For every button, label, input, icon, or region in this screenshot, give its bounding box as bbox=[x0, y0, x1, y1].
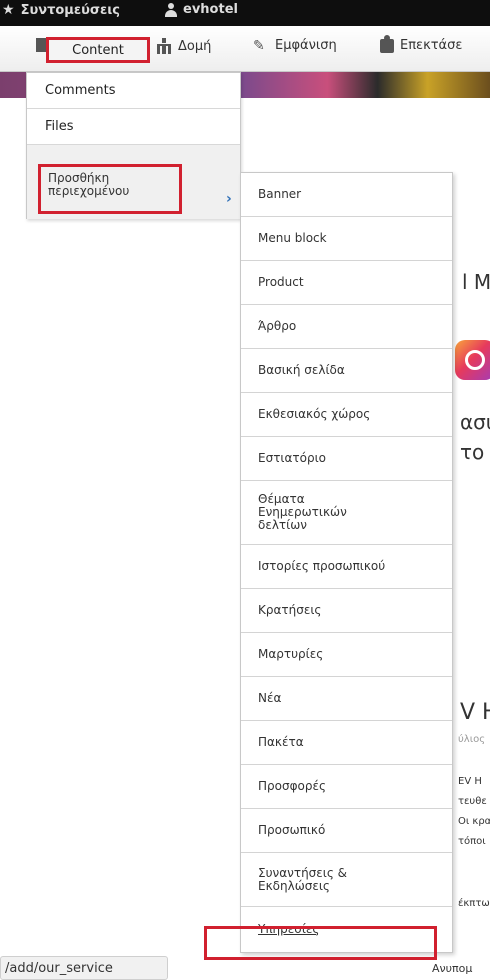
highlight-box bbox=[38, 164, 182, 214]
extend-label: Επεκτάσε bbox=[400, 38, 463, 53]
menu-item-files[interactable]: Files bbox=[27, 109, 240, 145]
submenu-item[interactable]: Άρθρο bbox=[241, 305, 452, 349]
puzzle-icon bbox=[380, 34, 394, 53]
submenu-item-label: Εστιατόριο bbox=[258, 451, 326, 465]
submenu-item[interactable]: Βασική σελίδα bbox=[241, 349, 452, 393]
submenu-item-label: Ιστορίες προσωπικού bbox=[258, 559, 386, 573]
submenu-item-label: Θέματα Ενημερωτικών δελτίων bbox=[258, 492, 347, 532]
content-tab-icon-wrap bbox=[36, 38, 46, 52]
submenu-item[interactable]: Product bbox=[241, 261, 452, 305]
submenu-item-label: Άρθρο bbox=[258, 319, 297, 333]
star-icon: ★ bbox=[2, 2, 15, 18]
submenu-item[interactable]: Πακέτα bbox=[241, 721, 452, 765]
content-label: Content bbox=[72, 42, 124, 58]
submenu-item-label: Μαρτυρίες bbox=[258, 647, 324, 661]
page-text-fragment: τόποι bbox=[458, 836, 486, 847]
page-text-fragment: Ανυπομ bbox=[432, 962, 473, 975]
admin-top-bar: ★ Συντομεύσεις evhotel bbox=[0, 0, 490, 26]
submenu-item[interactable]: Εστιατόριο bbox=[241, 437, 452, 481]
submenu-item[interactable]: Μαρτυρίες bbox=[241, 633, 452, 677]
submenu-item-label: Συναντήσεις & Εκδηλώσεις bbox=[258, 865, 348, 893]
page-heading-fragment: l Mo bbox=[462, 270, 490, 294]
submenu-item[interactable]: Banner bbox=[241, 173, 452, 217]
user-label: evhotel bbox=[183, 2, 238, 17]
structure-icon bbox=[156, 38, 172, 54]
instagram-icon[interactable] bbox=[455, 340, 490, 380]
brush-icon: ✎ bbox=[253, 37, 265, 54]
tab-appearance[interactable]: ✎ Εμφάνιση bbox=[253, 38, 337, 53]
status-url: /add/our_service bbox=[0, 956, 168, 980]
user-icon bbox=[165, 2, 177, 17]
page-text-fragment: το δ bbox=[460, 440, 490, 464]
submenu-item[interactable]: Ιστορίες προσωπικού bbox=[241, 545, 452, 589]
menu-item-label: Files bbox=[45, 119, 74, 134]
content-icon bbox=[36, 38, 46, 52]
submenu-item[interactable]: Κρατήσεις bbox=[241, 589, 452, 633]
submenu-item-label: Προσωπικό bbox=[258, 823, 326, 837]
submenu-item-label: Βασική σελίδα bbox=[258, 363, 345, 377]
page-text-fragment: EV H bbox=[458, 776, 482, 787]
submenu-item-label: Menu block bbox=[258, 231, 327, 245]
submenu-item[interactable]: Συναντήσεις & Εκδηλώσεις bbox=[241, 853, 452, 907]
page-text-fragment: ασυ bbox=[460, 410, 490, 434]
page-text-fragment: έκπτω bbox=[458, 898, 490, 909]
status-url-text: /add/our_service bbox=[5, 960, 113, 976]
user-link[interactable]: evhotel bbox=[165, 2, 238, 17]
submenu-item[interactable]: Νέα bbox=[241, 677, 452, 721]
shortcuts-link[interactable]: ★ Συντομεύσεις bbox=[2, 2, 120, 18]
structure-label: Δομή bbox=[178, 38, 212, 54]
tab-extend[interactable]: Επεκτάσε bbox=[380, 34, 463, 53]
submenu-item-label: Νέα bbox=[258, 691, 282, 705]
submenu-item-label: Κρατήσεις bbox=[258, 603, 322, 617]
submenu-item-label: Πακέτα bbox=[258, 735, 304, 749]
tab-content[interactable]: Content bbox=[46, 37, 150, 63]
page-heading-fragment: V H bbox=[460, 700, 490, 725]
menu-item-label: Comments bbox=[45, 83, 116, 98]
appearance-label: Εμφάνιση bbox=[275, 38, 337, 53]
submenu-item-label: Εκθεσιακός χώρος bbox=[258, 407, 371, 421]
submenu-item-label: Banner bbox=[258, 187, 302, 201]
submenu-item[interactable]: Προσωπικό bbox=[241, 809, 452, 853]
page-text-fragment: Οι κρα bbox=[458, 816, 490, 827]
page-text-fragment: τευθε bbox=[458, 796, 487, 807]
submenu-item[interactable]: Εκθεσιακός χώρος bbox=[241, 393, 452, 437]
highlight-box bbox=[204, 926, 437, 960]
submenu-item[interactable]: Θέματα Ενημερωτικών δελτίων bbox=[241, 481, 452, 545]
submenu-item-label: Προσφορές bbox=[258, 779, 326, 793]
tab-structure[interactable]: Δομή bbox=[156, 38, 211, 54]
chevron-right-icon: › bbox=[226, 191, 232, 207]
shortcuts-label: Συντομεύσεις bbox=[20, 2, 121, 18]
menu-item-comments[interactable]: Comments bbox=[27, 73, 240, 109]
add-content-submenu: Banner Menu block Product Άρθρο Βασική σ… bbox=[240, 172, 453, 953]
submenu-item-label: Product bbox=[258, 275, 304, 289]
page-hero-image bbox=[240, 72, 490, 98]
submenu-item[interactable]: Menu block bbox=[241, 217, 452, 261]
submenu-item[interactable]: Προσφορές bbox=[241, 765, 452, 809]
page-text-fragment: ύλιος bbox=[458, 734, 486, 745]
